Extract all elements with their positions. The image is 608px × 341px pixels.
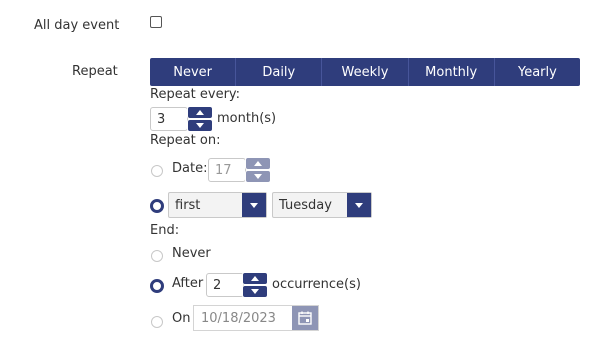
repeat-on-date-spinner — [245, 157, 271, 183]
date-decrement-button[interactable] — [245, 170, 271, 183]
end-after-spinner — [242, 272, 268, 298]
repeat-segmented-control: Never Daily Weekly Monthly Yearly — [150, 58, 580, 86]
end-after-label: After — [172, 276, 204, 291]
end-label: End: — [150, 223, 180, 238]
ordinal-select-value: first — [175, 197, 201, 213]
calendar-icon[interactable] — [292, 306, 318, 330]
triangle-down-icon — [251, 289, 259, 294]
after-increment-button[interactable] — [242, 272, 268, 285]
repeat-every-increment-button[interactable] — [187, 106, 213, 119]
end-after-radio[interactable] — [150, 279, 164, 293]
repeat-every-unit: month(s) — [217, 111, 277, 126]
repeat-every-input[interactable]: 3 — [150, 107, 188, 131]
chevron-down-icon — [347, 193, 371, 217]
repeat-on-weekday-radio[interactable] — [150, 199, 164, 213]
repeat-on-date-input[interactable]: 17 — [208, 158, 246, 182]
repeat-every-label: Repeat every: — [150, 87, 241, 102]
repeat-on-date-radio[interactable] — [151, 165, 163, 177]
repeat-option-yearly[interactable]: Yearly — [495, 58, 580, 86]
all-day-checkbox[interactable] — [150, 16, 162, 28]
repeat-on-date-label: Date: — [172, 161, 208, 176]
weekday-select[interactable]: Tuesday — [272, 192, 372, 218]
end-on-date-value: 10/18/2023 — [201, 310, 276, 326]
repeat-option-never[interactable]: Never — [150, 58, 237, 86]
triangle-up-icon — [254, 161, 262, 166]
end-on-radio[interactable] — [151, 316, 163, 328]
triangle-up-icon — [251, 276, 259, 281]
chevron-down-icon — [242, 193, 266, 217]
repeat-option-daily[interactable]: Daily — [236, 58, 323, 86]
end-on-label: On — [172, 311, 191, 326]
weekday-select-value: Tuesday — [279, 197, 332, 213]
repeat-on-label: Repeat on: — [150, 133, 221, 148]
date-increment-button[interactable] — [245, 157, 271, 170]
end-never-radio[interactable] — [151, 250, 163, 262]
repeat-label: Repeat — [72, 64, 118, 79]
repeat-every-spinner — [187, 106, 213, 132]
repeat-option-monthly[interactable]: Monthly — [409, 58, 495, 86]
end-never-label: Never — [172, 246, 211, 261]
after-decrement-button[interactable] — [242, 285, 268, 298]
repeat-every-decrement-button[interactable] — [187, 119, 213, 132]
triangle-up-icon — [196, 110, 204, 115]
repeat-option-weekly[interactable]: Weekly — [322, 58, 409, 86]
occurrence-label: occurrence(s) — [272, 277, 361, 292]
end-after-input[interactable]: 2 — [206, 273, 244, 297]
triangle-down-icon — [196, 123, 204, 128]
all-day-label: All day event — [34, 18, 120, 33]
ordinal-select[interactable]: first — [168, 192, 267, 218]
end-on-date-picker[interactable]: 10/18/2023 — [193, 305, 319, 331]
triangle-down-icon — [254, 174, 262, 179]
